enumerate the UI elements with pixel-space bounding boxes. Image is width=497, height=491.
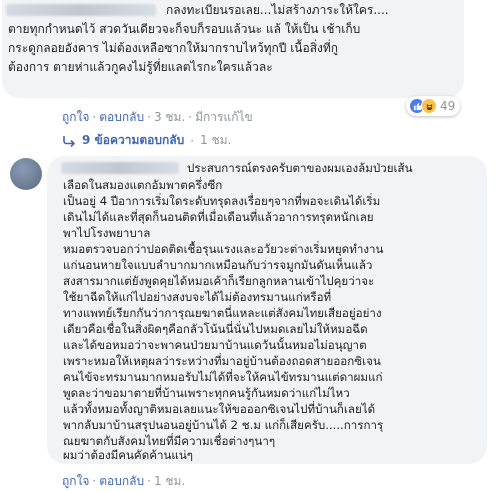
comment-text-line: แล้วทั้งหมอทั้งญาติหมอเลยแนะให้ขอออกซิเจ… (63, 402, 376, 416)
comment-text-line: เพราะหมอให้เหตุผลว่าระหว่างที่มาอยู่บ้าน… (63, 354, 381, 368)
reply-arrow-icon (62, 135, 76, 147)
comment-text-line: ทางแพทย์เรียกกันว่าการุณยฆาตนี่แหละแต่สั… (63, 306, 382, 320)
view-replies[interactable]: 9 ข้อความตอบกลับ · 1 ชม. (62, 131, 231, 150)
comment-text-line: และได้ขอหมอว่าจะพาคนป่วยมาบ้านแดวันนั้นห… (63, 338, 367, 352)
reaction-summary[interactable]: 49 (406, 96, 461, 116)
comment-text-line: ผมว่าต้องมีคนคัดค้านแน่ๆ (63, 448, 194, 462)
comment-text-line: ใช้ยาฉีดให้แก่ไปอย่างสงบจะได้ไม่ต้องทรมา… (63, 290, 332, 304)
reply-button[interactable]: ตอบกลับ (99, 110, 144, 124)
avatar[interactable] (10, 158, 42, 190)
comment-bubble: ประสบการณ์ตรงครับตาของผมเองล้มป่วยเส้น เ… (47, 156, 487, 464)
comment-text-line: เลือดในสมองแตกอัมพาตครึ่งซีก (63, 178, 223, 192)
comment-text-line: กระดูกลอยอังคาร ไม่ต้องเหลือซากให้มากราบ… (8, 41, 339, 55)
comment-actions: ถูกใจ · ตอบกลับ · 3 ชม. · มีการแก้ไข (62, 110, 253, 124)
reply-button[interactable]: ตอบกลับ (99, 474, 144, 488)
comment-text-line: ประสบการณ์ตรงครับตาของผมเองล้มป่วยเส้น (187, 161, 413, 175)
replies-link[interactable]: 9 ข้อความตอบกลับ (82, 131, 184, 150)
comment-bubble: กลงทะเบียนรอเลย...ไม่สร้างภาระให้ใคร....… (2, 0, 464, 98)
comment-text-line: กลงทะเบียนรอเลย...ไม่สร้างภาระให้ใคร.... (166, 3, 389, 17)
comment-text-line: สงสารมากแต่ยังพูดคุยได้หมอเค้าก็เรียกลูก… (63, 274, 375, 288)
comment-text-line: คนไข้จะทรมานมากหมอรับไม่ได้ที่จะให้คนไข้… (63, 370, 383, 384)
comment-timestamp[interactable]: 1 ชม. (154, 474, 185, 488)
haha-reaction-icon (421, 98, 437, 114)
comment-timestamp[interactable]: 3 ชม. (154, 110, 185, 124)
comment-text-line: ตายทุกกำหนดไว้ สวดวันเดียวจะก็จบก็รอบแล้… (8, 22, 361, 36)
comment-text-line: ต้องการ ตายห่าแล้วกูคงไม่รู้ที่ยแลตไรกะใ… (8, 60, 273, 74)
comment-actions: ถูกใจ · ตอบกลับ · 1 ชม. (62, 474, 186, 488)
edited-label[interactable]: มีการแก้ไข (195, 110, 253, 124)
replies-timestamp[interactable]: 1 ชม. (200, 131, 231, 150)
comment-text-line: พูดละว่าขอมาตายที่บ้านเพราะทุกคนรู้กันหม… (63, 386, 350, 400)
comment-text-line: พากลับมาบ้านสรุปนอนอยู่บ้านได้ 2 ช.ม แก่… (63, 418, 384, 432)
like-button[interactable]: ถูกใจ (62, 110, 89, 124)
commenter-name[interactable] (6, 4, 156, 16)
like-button[interactable]: ถูกใจ (62, 474, 89, 488)
comment-text-line: เดินไม่ได้และที่สุดก็นอนติดที่เมื่อเดือน… (63, 210, 374, 224)
comment-text-line: พาไปโรงพยาบาล (63, 226, 151, 240)
comment-text-line: เดียวคือเชื่อในสิ่งผิดๆคือกลัวโน้นนี่นั่… (63, 322, 368, 336)
commenter-name[interactable] (61, 162, 179, 174)
comment-text-line: เป็นอยู่ 4 ปีอาการเริ่มใดระดับทรุดลงเรื่… (63, 194, 381, 208)
reaction-count: 49 (440, 99, 456, 113)
comment-text-line: แก่นอนหายใจแบบลำบากมากเหมือนกับว่ารจมูกม… (63, 258, 373, 272)
comment-text-line: หมอตรวจบอกว่าปอดติดเชื้อรุนแรงและอวัยวะต… (63, 242, 384, 256)
